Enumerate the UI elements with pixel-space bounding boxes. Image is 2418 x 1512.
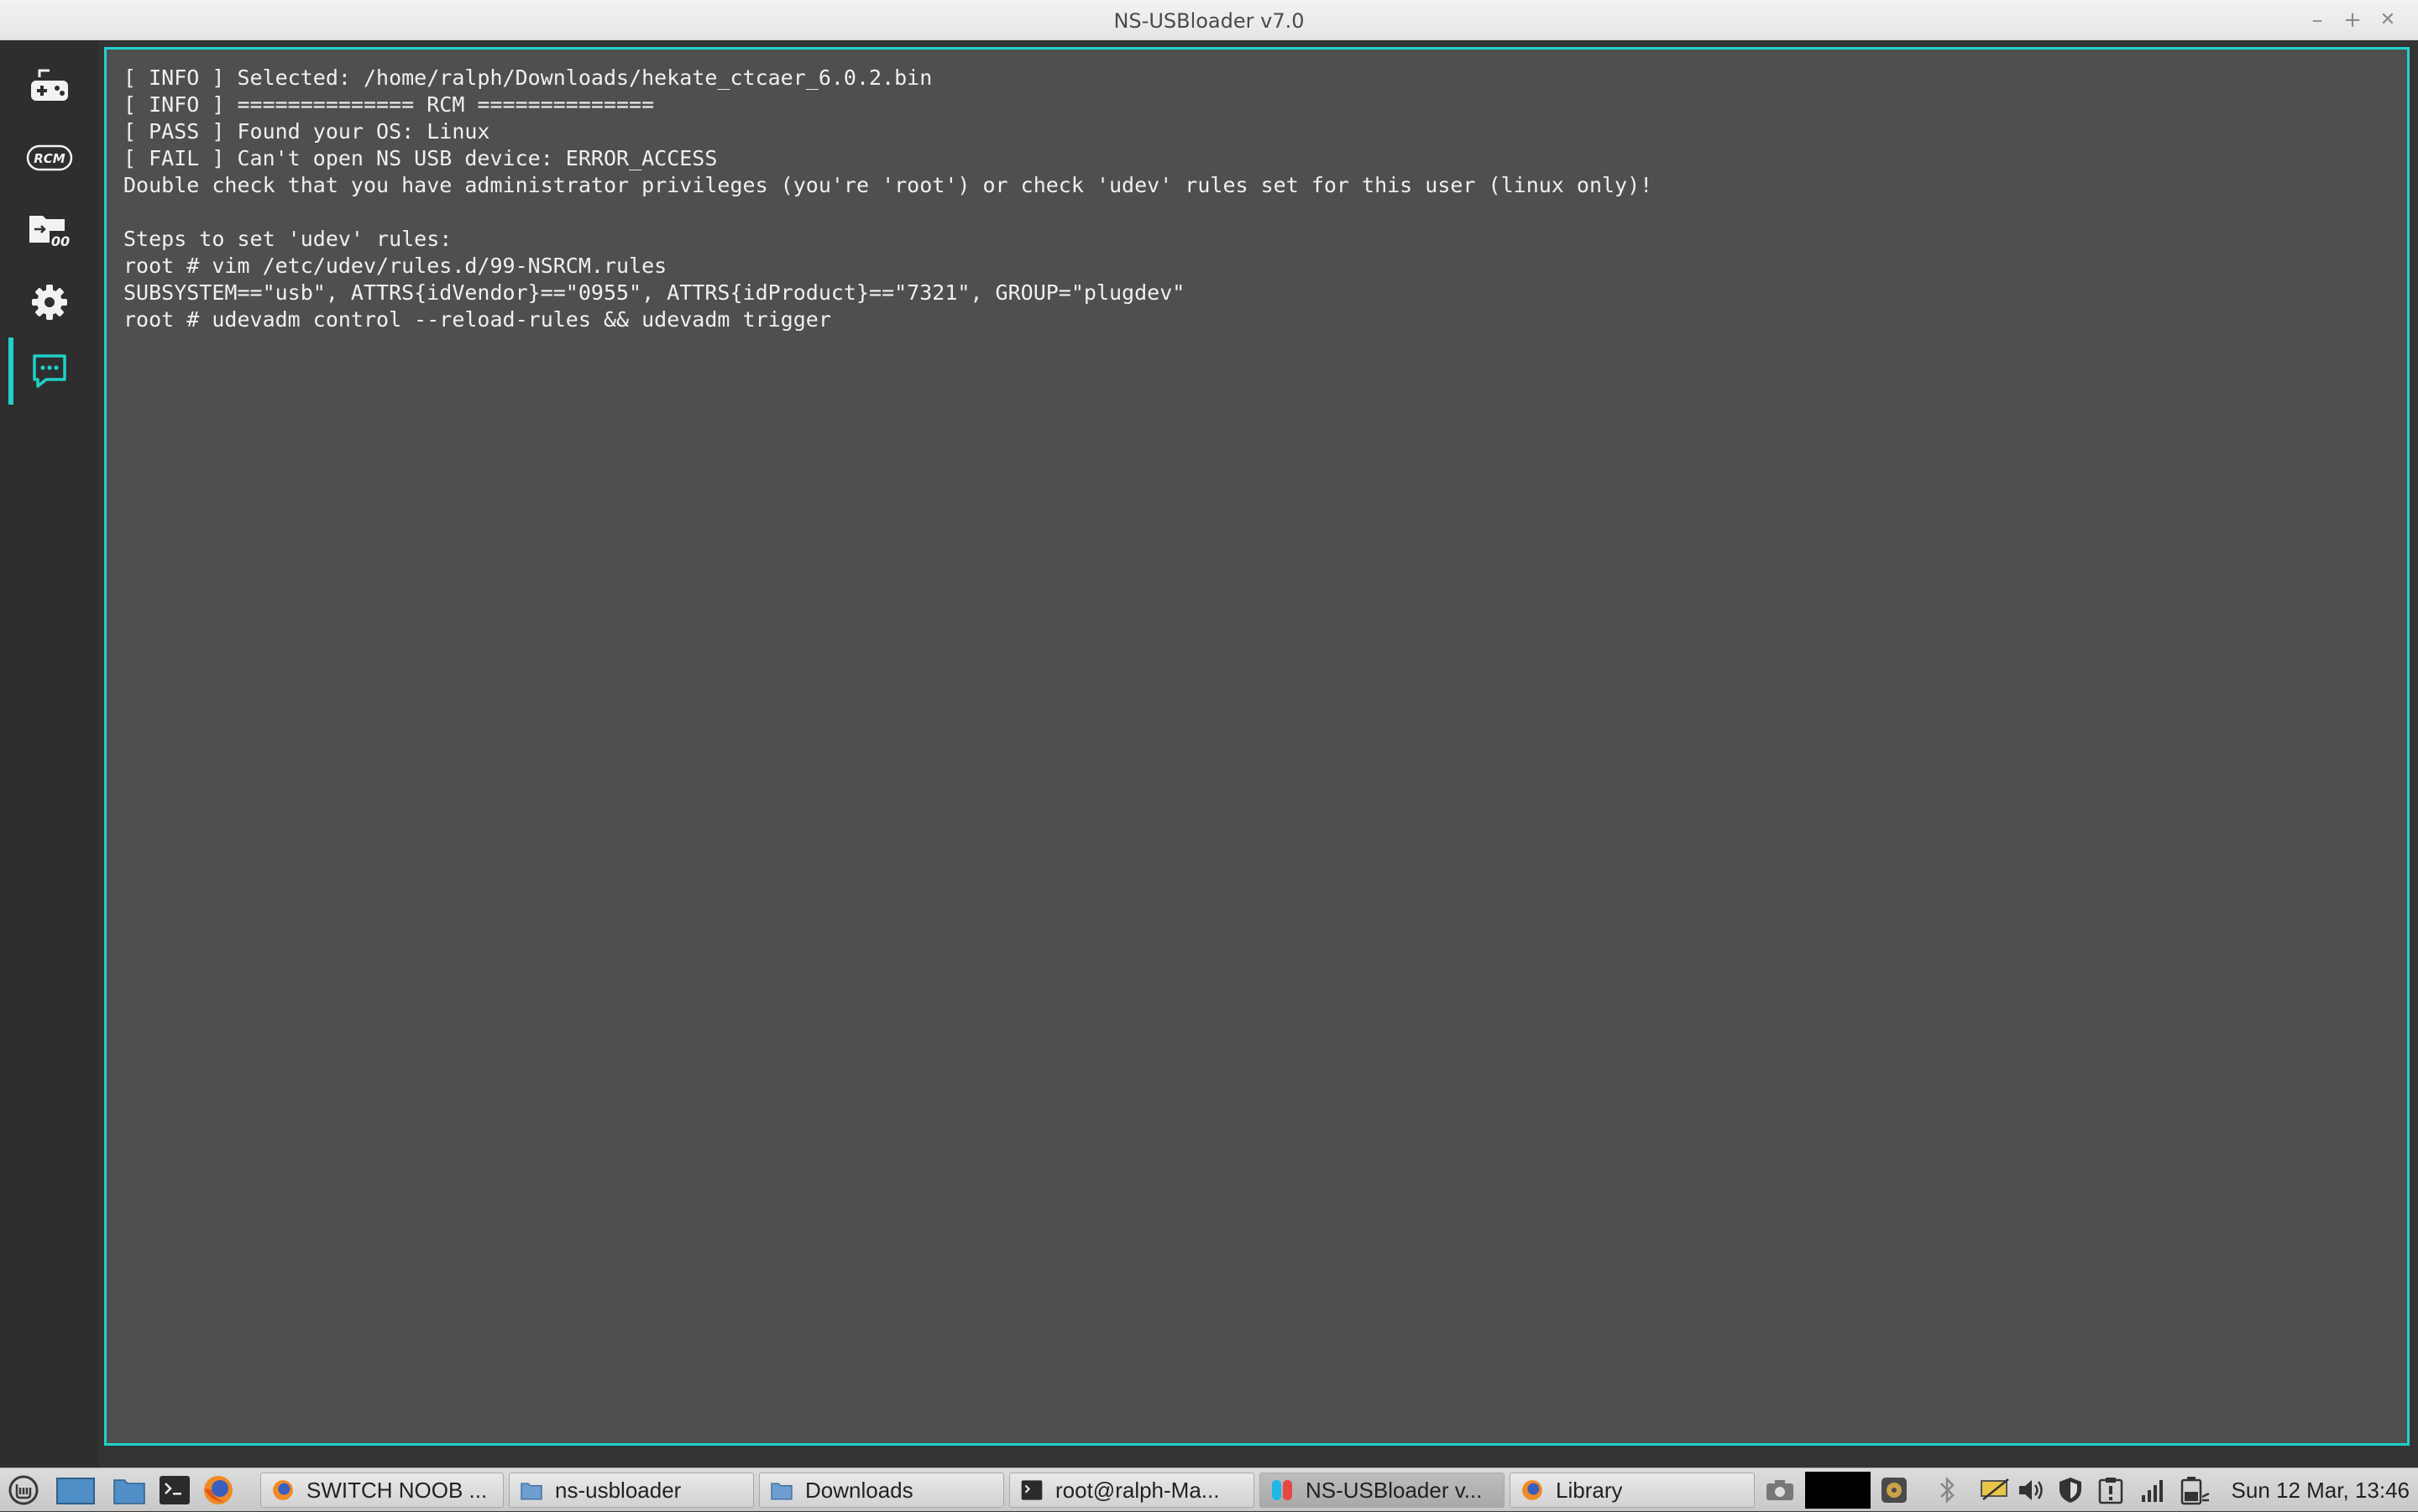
firefox-icon <box>271 1478 295 1502</box>
log-line: Steps to set 'udev' rules: <box>123 227 453 251</box>
task-label: ns-usbloader <box>555 1477 682 1503</box>
files-launcher[interactable] <box>113 1473 146 1507</box>
switch-icon <box>1270 1478 1294 1502</box>
audio-applet[interactable] <box>1877 1475 1911 1505</box>
folder-icon <box>520 1478 543 1502</box>
display-icon <box>1981 1478 2009 1500</box>
network-applet[interactable] <box>2136 1475 2169 1505</box>
mint-menu-button[interactable] <box>7 1473 40 1507</box>
bluetooth-applet[interactable] <box>1934 1475 1960 1505</box>
files-icon <box>113 1479 145 1504</box>
rcm-icon: RCM <box>26 144 73 171</box>
update-icon <box>2098 1478 2123 1504</box>
battery-applet[interactable] <box>2175 1475 2211 1505</box>
log-line: [ FAIL ] Can't open NS USB device: ERROR… <box>123 146 718 170</box>
terminal-icon <box>1020 1478 1044 1502</box>
svg-text:RCM: RCM <box>34 151 65 166</box>
maximize-button[interactable]: + <box>2337 5 2368 35</box>
task-label: SWITCH NOOB ... <box>306 1477 488 1503</box>
task-ns-usbloader-folder[interactable]: ns-usbloader <box>509 1473 754 1508</box>
app-window: RCM 00 [INFO] Selected: /home/ralph/Do… <box>0 40 2418 1468</box>
sidebar-item-settings[interactable] <box>0 269 99 336</box>
volume-applet[interactable] <box>2015 1475 2049 1505</box>
window-title: NS-USBloader v7.0 <box>1113 9 1305 33</box>
task-switch-noob[interactable]: SWITCH NOOB ... <box>260 1473 504 1508</box>
terminal-icon <box>160 1476 190 1504</box>
minimize-button[interactable]: – <box>2302 5 2332 35</box>
display-applet[interactable] <box>1978 1475 2012 1505</box>
volume-icon <box>2019 1480 2043 1500</box>
log-line: [ PASS ] Found your OS: Linux <box>123 119 490 144</box>
log-line: root # vim /etc/udev/rules.d/99-NSRCM.ru… <box>123 254 667 278</box>
task-label: NS-USBloader v... <box>1306 1477 1483 1503</box>
gear-icon <box>32 285 67 320</box>
camera-icon <box>1766 1480 1793 1500</box>
task-ns-usbloader[interactable]: NS-USBloader v... <box>1259 1473 1505 1508</box>
audio-icon <box>1882 1478 1907 1503</box>
title-bar: NS-USBloader v7.0 – + ✕ <box>0 0 2418 40</box>
battery-icon <box>2180 1477 2210 1505</box>
workspace-switcher[interactable] <box>1805 1472 1871 1509</box>
show-desktop-icon <box>56 1478 95 1504</box>
mint-menu-icon <box>8 1475 39 1505</box>
sidebar: RCM 00 <box>0 40 99 1468</box>
log-output-area[interactable]: [ INFO ] Selected: /home/ralph/Downloads… <box>104 47 2410 1446</box>
sidebar-item-logs[interactable] <box>0 337 99 405</box>
task-label: Downloads <box>805 1477 913 1503</box>
chat-icon <box>33 354 66 388</box>
taskbar: SWITCH NOOB ... ns-usbloader Downloads r… <box>0 1468 2418 1511</box>
bluetooth-icon <box>1940 1476 1955 1504</box>
log-line: [ INFO ] ============== RCM ============… <box>123 92 655 117</box>
close-button[interactable]: ✕ <box>2373 5 2403 35</box>
task-label: Library <box>1556 1477 1623 1503</box>
firefox-icon <box>1520 1478 1544 1502</box>
update-applet[interactable] <box>2094 1475 2128 1505</box>
sidebar-item-split-merge[interactable]: 00 <box>0 196 99 264</box>
folder-icon <box>770 1478 793 1502</box>
terminal-launcher[interactable] <box>158 1473 191 1507</box>
svg-text:00: 00 <box>51 233 70 249</box>
show-desktop-button[interactable] <box>54 1473 97 1507</box>
log-line: [ INFO ] Selected: /home/ralph/Downloads… <box>123 65 933 90</box>
log-text: [ INFO ] Selected: /home/ralph/Downloads… <box>107 50 2407 1443</box>
task-library[interactable]: Library <box>1510 1473 1755 1508</box>
log-line: SUBSYSTEM=="usb", ATTRS{idVendor}=="0955… <box>123 280 1185 305</box>
folder-split-icon: 00 <box>29 216 71 249</box>
camera-applet[interactable] <box>1761 1475 1798 1505</box>
log-line: Double check that you have administrator… <box>123 173 1653 197</box>
sidebar-item-rcm[interactable]: RCM <box>0 124 99 191</box>
clock[interactable]: Sun 12 Mar, 13:46 <box>2232 1468 2410 1512</box>
gamepad-icon <box>31 69 68 101</box>
task-downloads-folder[interactable]: Downloads <box>759 1473 1004 1508</box>
log-line: root # udevadm control --reload-rules &&… <box>123 307 831 332</box>
sidebar-item-gamepad[interactable] <box>0 52 99 119</box>
firewall-applet[interactable] <box>2054 1475 2087 1505</box>
network-icon <box>2142 1480 2163 1502</box>
firefox-icon <box>204 1476 233 1504</box>
task-terminal[interactable]: root@ralph-Ma... <box>1009 1473 1254 1508</box>
shield-icon <box>2059 1478 2081 1503</box>
task-label: root@ralph-Ma... <box>1055 1477 1220 1503</box>
firefox-launcher[interactable] <box>202 1473 235 1507</box>
